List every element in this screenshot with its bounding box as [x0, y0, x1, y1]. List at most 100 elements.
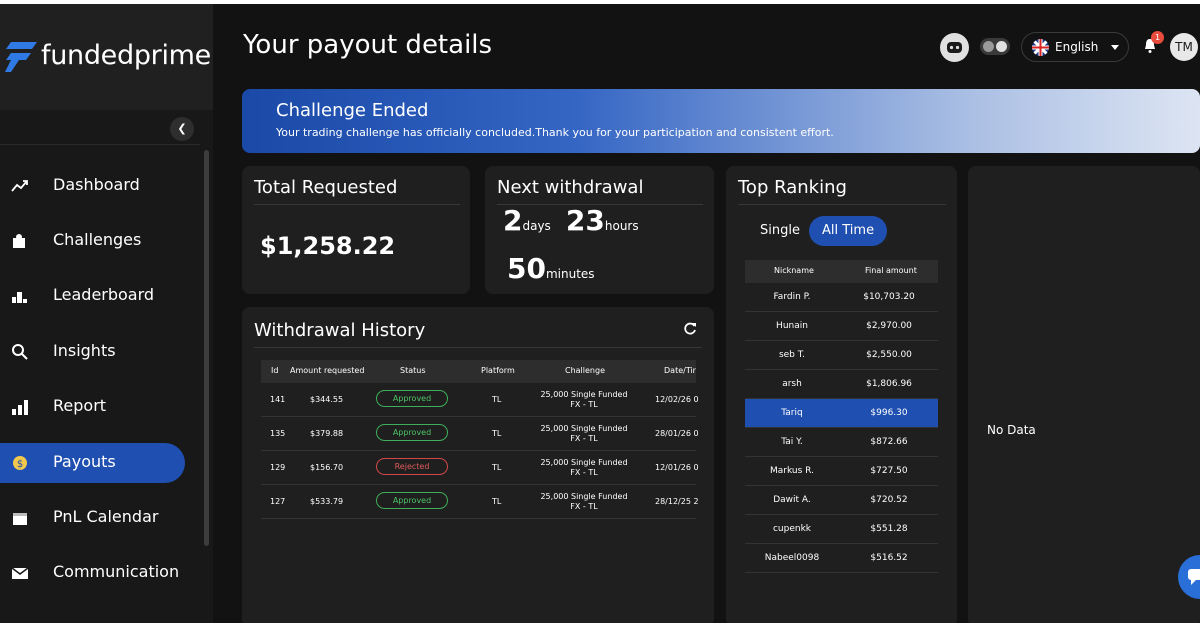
sidebar-item-payouts[interactable]: $ Payouts — [0, 443, 185, 483]
cell-amount: $533.79 — [310, 497, 344, 506]
ranking-row[interactable]: Markus R. $727.50 — [745, 457, 938, 486]
cell-amount: $996.30 — [870, 408, 908, 418]
puzzle-icon — [13, 234, 25, 248]
cell-amount: $10,703.20 — [863, 292, 915, 302]
cell-nickname: cupenkk — [772, 524, 812, 534]
chat-icon — [1188, 569, 1200, 585]
dollar-icon: $ — [13, 456, 27, 470]
no-data-text: No Data — [987, 423, 1036, 437]
moon-icon — [983, 41, 994, 52]
cell-id: 127 — [270, 497, 286, 506]
cell-nickname: Nabeel0098 — [764, 553, 820, 563]
challenge-line: 25,000 Single Funded — [540, 390, 628, 399]
card-divider — [254, 347, 702, 348]
countdown-minutes: 50 — [507, 252, 546, 285]
sidebar-divider — [0, 144, 200, 145]
collapse-sidebar-button[interactable]: ❮ — [170, 117, 194, 141]
cell-nickname: Dawit A. — [773, 495, 811, 505]
challenge-line: 25,000 Single Funded — [540, 492, 628, 501]
card-divider — [254, 204, 460, 205]
cell-amount: $1,806.96 — [866, 379, 912, 389]
card-divider — [738, 204, 946, 205]
cell-challenge: 25,000 Single Funded FX - TL — [534, 424, 634, 444]
cell-date: 28/01/26 0 — [655, 429, 699, 438]
sidebar-item-pnl-calendar[interactable]: PnL Calendar — [0, 498, 185, 538]
challenge-line: FX - TL — [570, 434, 598, 443]
banner-subtitle: Your trading challenge has officially co… — [276, 126, 834, 139]
sidebar-item-leaderboard[interactable]: Leaderboard — [0, 276, 185, 316]
countdown-hours-unit: hours — [604, 219, 639, 233]
refresh-icon[interactable] — [683, 322, 697, 336]
ranking-row[interactable]: cupenkk $551.28 — [745, 515, 938, 544]
ranking-row[interactable]: Tai Y. $872.66 — [745, 428, 938, 457]
table-row[interactable]: 129 $156.70 Rejected TL 25,000 Single Fu… — [261, 451, 699, 485]
countdown-hours: 23 — [565, 204, 605, 237]
column-header: Date/Tir — [664, 366, 696, 375]
column-header: Final amount — [865, 266, 917, 275]
sidebar-scrollbar[interactable] — [204, 150, 209, 546]
countdown-days-unit: days — [522, 219, 551, 233]
table-row[interactable]: 141 $344.55 Approved TL 25,000 Single Fu… — [261, 383, 699, 417]
ranking-row[interactable]: arsh $1,806.96 — [745, 370, 938, 399]
ranking-row[interactable]: Hunain $2,970.00 — [745, 312, 938, 341]
discord-button[interactable] — [940, 33, 969, 62]
language-select[interactable]: English — [1021, 32, 1129, 62]
cell-platform: TL — [492, 429, 502, 438]
cell-nickname: Hunain — [776, 321, 808, 331]
chevron-down-icon — [1111, 45, 1119, 50]
sidebar-item-communication[interactable]: Communication — [0, 553, 185, 593]
column-header: Nickname — [774, 266, 814, 275]
cell-amount: $2,970.00 — [866, 321, 912, 331]
cell-challenge: 25,000 Single Funded FX - TL — [534, 458, 634, 478]
avatar[interactable]: TM — [1170, 33, 1198, 61]
cell-date: 12/01/26 0 — [655, 463, 699, 472]
status-badge: Rejected — [376, 458, 448, 475]
logo-area[interactable]: fundedprime — [0, 4, 213, 110]
ranking-row[interactable]: Fardin P. $10,703.20 — [745, 283, 938, 312]
cell-amount: $720.52 — [870, 495, 908, 505]
svg-text:$: $ — [17, 459, 23, 470]
cell-amount: $2,550.00 — [866, 350, 912, 360]
sidebar-item-label: Communication — [53, 562, 180, 581]
challenge-line: FX - TL — [570, 468, 598, 477]
chat-button[interactable] — [1178, 555, 1200, 599]
card-title: Total Requested — [254, 177, 398, 198]
cell-date: 12/02/26 0 — [655, 395, 699, 404]
challenge-line: FX - TL — [570, 502, 598, 511]
tab-single[interactable]: Single — [760, 223, 800, 238]
cell-amount: $379.88 — [310, 429, 344, 438]
cell-nickname: Markus R. — [770, 466, 814, 476]
theme-toggle[interactable] — [980, 38, 1010, 55]
bar-chart-icon — [12, 400, 28, 415]
language-label: English — [1055, 40, 1099, 54]
tab-all-time[interactable]: All Time — [809, 216, 888, 246]
total-requested-amount: $1,258.22 — [260, 232, 396, 260]
sidebar-item-insights[interactable]: Insights — [0, 332, 185, 372]
ranking-row-current-user[interactable]: Tariq $996.30 — [745, 399, 938, 428]
next-withdrawal-card: Next withdrawal 2days 23hours 50minutes — [485, 166, 714, 294]
cell-amount: $156.70 — [310, 463, 344, 472]
card-title: Withdrawal History — [254, 320, 426, 341]
sidebar-item-report[interactable]: Report — [0, 387, 185, 427]
sidebar-item-challenges[interactable]: Challenges — [0, 221, 185, 261]
table-row[interactable]: 135 $379.88 Approved TL 25,000 Single Fu… — [261, 417, 699, 451]
page-title: Your payout details — [243, 30, 493, 60]
ranking-row[interactable]: Nabeel0098 $516.52 — [745, 544, 938, 573]
countdown-minutes-unit: minutes — [545, 267, 595, 281]
sidebar-item-dashboard[interactable]: Dashboard — [0, 166, 185, 206]
cell-nickname: Tariq — [781, 408, 803, 418]
sidebar-item-label: PnL Calendar — [53, 507, 159, 526]
challenge-line: 25,000 Single Funded — [540, 458, 628, 467]
ranking-row[interactable]: seb T. $2,550.00 — [745, 341, 938, 370]
challenge-ended-banner: Challenge Ended Your trading challenge h… — [242, 89, 1200, 153]
countdown-days: 2 — [503, 204, 523, 237]
cell-date: 28/12/25 2 — [655, 497, 699, 506]
brand-name: fundedprime — [41, 40, 211, 71]
ranking-row[interactable]: Dawit A. $720.52 — [745, 486, 938, 515]
calendar-icon — [13, 513, 27, 525]
table-row[interactable]: 127 $533.79 Approved TL 25,000 Single Fu… — [261, 485, 699, 519]
status-badge: Approved — [376, 424, 448, 441]
cell-amount: $727.50 — [870, 466, 908, 476]
card-title: Top Ranking — [738, 177, 847, 198]
table-header: Id Amount requested Status Platform Chal… — [261, 360, 696, 383]
